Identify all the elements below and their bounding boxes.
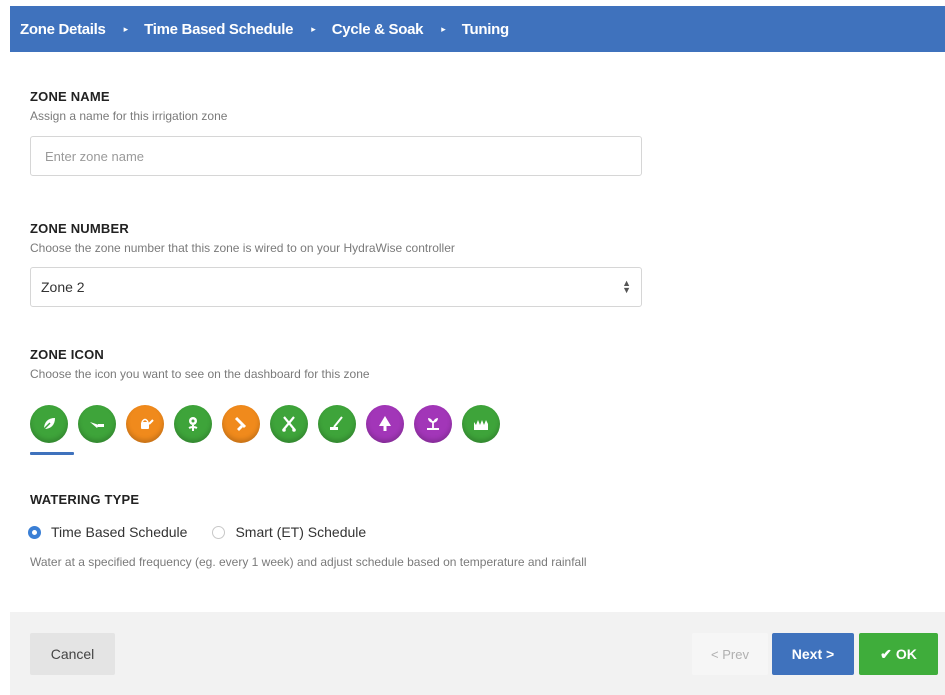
step-separator-icon: ▸ [441, 23, 446, 34]
zone-icon-picker [30, 405, 510, 443]
zone-name-section: ZONE NAME Assign a name for this irrigat… [30, 89, 227, 123]
selected-icon-indicator [30, 452, 74, 455]
wizard-steps-bar: Zone Details ▸ Time Based Schedule ▸ Cyc… [10, 6, 945, 52]
watering-type-title: WATERING TYPE [30, 492, 140, 507]
grass-icon[interactable] [462, 405, 500, 443]
zone-name-title: ZONE NAME [30, 89, 110, 104]
watering-type-options: Time Based Schedule Smart (ET) Schedule [28, 524, 366, 540]
rake-icon[interactable] [318, 405, 356, 443]
ok-button-label: OK [895, 646, 917, 662]
zone-number-selected-value: Zone 2 [41, 279, 85, 295]
sprout-icon[interactable] [414, 405, 452, 443]
zone-icon-description: Choose the icon you want to see on the d… [30, 367, 370, 381]
zone-number-description: Choose the zone number that this zone is… [30, 241, 455, 255]
leaf-icon[interactable] [30, 405, 68, 443]
sprinkler-icon[interactable] [78, 405, 116, 443]
shears-icon[interactable] [270, 405, 308, 443]
radio-label-time-based[interactable]: Time Based Schedule [51, 524, 187, 540]
radio-time-based-schedule[interactable] [28, 525, 41, 539]
zone-number-select[interactable]: Zone 2 ▲ ▼ [30, 267, 642, 307]
select-arrows-icon: ▲ ▼ [622, 278, 631, 295]
radio-smart-et-schedule[interactable] [212, 525, 226, 539]
prev-button[interactable]: < Prev [692, 633, 768, 675]
watering-type-section: WATERING TYPE [30, 492, 139, 507]
step-time-based-schedule[interactable]: Time Based Schedule [144, 21, 293, 38]
step-zone-details[interactable]: Zone Details [20, 21, 106, 38]
step-separator-icon: ▸ [123, 23, 129, 34]
hose-icon[interactable] [222, 405, 260, 443]
watering-can-icon[interactable] [126, 405, 164, 443]
step-separator-icon: ▸ [311, 23, 316, 34]
zone-number-title: ZONE NUMBER [30, 221, 129, 236]
flower-icon[interactable] [174, 405, 212, 443]
zone-icon-section: ZONE ICON Choose the icon you want to se… [30, 347, 370, 381]
radio-label-smart-et[interactable]: Smart (ET) Schedule [235, 524, 366, 540]
ok-button[interactable]: ✔ OK [859, 633, 938, 675]
step-tuning[interactable]: Tuning [462, 21, 509, 38]
step-cycle-soak[interactable]: Cycle & Soak [332, 21, 424, 38]
cancel-button[interactable]: Cancel [30, 633, 115, 675]
watering-type-description: Water at a specified frequency (eg. ever… [30, 555, 587, 569]
check-icon: ✔ [880, 645, 892, 662]
zone-name-input[interactable] [30, 136, 642, 176]
next-button[interactable]: Next > [772, 633, 854, 675]
zone-icon-title: ZONE ICON [30, 347, 105, 362]
tree-icon[interactable] [366, 405, 404, 443]
zone-number-section: ZONE NUMBER Choose the zone number that … [30, 221, 455, 255]
zone-name-description: Assign a name for this irrigation zone [30, 109, 228, 123]
